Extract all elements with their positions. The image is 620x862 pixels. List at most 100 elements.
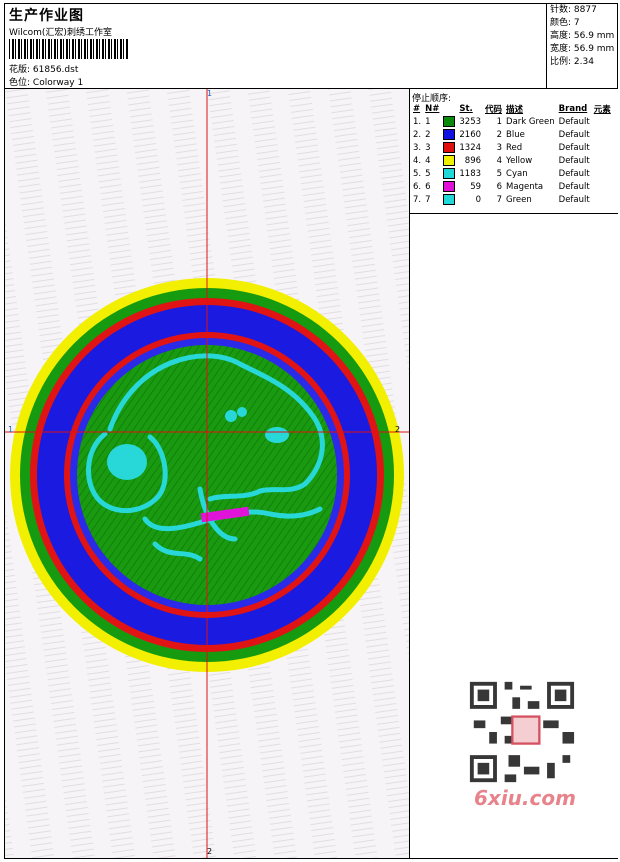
cell-desc: Green: [506, 194, 532, 205]
cell-n: 7: [425, 194, 431, 205]
page-title: 生产作业图: [9, 8, 84, 24]
cell-idx: 3.: [413, 142, 422, 153]
cell-element: [592, 115, 613, 128]
cell-brand: Default: [558, 116, 590, 127]
cell-st: 0: [475, 194, 482, 205]
design-label: 花版:: [9, 65, 31, 75]
stat-height: 高度: 56.9 mm: [550, 31, 615, 41]
cell-element: [592, 180, 613, 193]
cell-st: 1183: [459, 168, 482, 179]
cell-code: 3: [496, 142, 503, 153]
cell-desc: Red: [506, 142, 523, 153]
cell-st: 1324: [459, 142, 482, 153]
color-swatch: [443, 142, 456, 153]
barcode: [9, 39, 129, 59]
embroidery-preview: [5, 89, 409, 858]
stop-sequence-table: # N# St. 代码 描述 Brand 元素 1. 1 3253 1 Dark Gre…: [411, 103, 613, 206]
table-row: 3. 3 1324 3 Red Default: [411, 141, 613, 154]
design-stats: 针数: 8877 颜色: 7 高度: 56.9 mm 宽度: 56.9 mm 比…: [546, 4, 618, 88]
table-row: 1. 1 3253 1 Dark Green Default: [411, 115, 613, 128]
cell-brand: Default: [558, 142, 590, 153]
color-swatch: [443, 168, 456, 179]
cell-st: 2160: [459, 129, 482, 140]
col-desc: 描述: [506, 105, 524, 115]
sheet-header: 生产作业图 Wilcom(汇宏)刺绣工作室 花版: 61856.dst 色位: …: [5, 4, 617, 89]
col-brand: Brand: [558, 104, 588, 114]
table-row: 2. 2 2160 2 Blue Default: [411, 128, 613, 141]
stat-scale: 比例: 2.34: [550, 57, 594, 67]
color-swatch: [443, 116, 456, 127]
stat-width: 宽度: 56.9 mm: [550, 44, 615, 54]
company-name: Wilcom(汇宏)刺绣工作室: [9, 28, 112, 38]
col-index: #: [413, 104, 421, 114]
cell-element: [592, 154, 613, 167]
cell-brand: Default: [558, 168, 590, 179]
cell-code: 2: [496, 129, 503, 140]
colorway-label: 色位:: [9, 78, 31, 88]
eye-right: [237, 407, 247, 417]
cell-desc: Magenta: [506, 181, 544, 192]
table-row: 6. 6 59 6 Magenta Default: [411, 180, 613, 193]
cell-idx: 2.: [413, 129, 422, 140]
cell-swatch: [441, 180, 457, 193]
design-file: 61856.dst: [32, 65, 79, 75]
cell-brand: Default: [558, 155, 590, 166]
cell-n: 6: [425, 181, 431, 192]
cell-code: 1: [496, 116, 503, 127]
qr-seal: [511, 715, 541, 745]
color-swatch: [443, 194, 456, 205]
cell-desc: Blue: [506, 129, 525, 140]
cell-desc: Dark Green: [506, 116, 555, 127]
cell-n: 4: [425, 155, 431, 166]
table-row: 5. 5 1183 5 Cyan Default: [411, 167, 613, 180]
nose: [265, 427, 289, 443]
axis-right-label: 2: [395, 425, 401, 434]
cell-swatch: [441, 115, 457, 128]
stat-colors: 颜色: 7: [550, 18, 580, 28]
cell-n: 3: [425, 142, 431, 153]
qr-code: [466, 678, 578, 786]
stop-sequence-title: 停止顺序:: [412, 94, 452, 104]
table-row: 4. 4 896 4 Yellow Default: [411, 154, 613, 167]
stat-stitches: 针数: 8877: [550, 5, 597, 15]
col-number: N#: [425, 104, 440, 114]
cell-element: [592, 193, 613, 206]
color-swatch: [443, 129, 456, 140]
cell-idx: 6.: [413, 181, 422, 192]
cell-idx: 4.: [413, 155, 422, 166]
axis-top-label: 1: [207, 89, 213, 98]
cell-n: 5: [425, 168, 431, 179]
table-row: 7. 7 0 7 Green Default: [411, 193, 613, 206]
color-swatch: [443, 155, 456, 166]
cell-swatch: [441, 167, 457, 180]
axis-bottom-label: 2: [207, 847, 213, 856]
cell-code: 7: [496, 194, 503, 205]
design-info: 花版: 61856.dst: [9, 62, 78, 75]
cell-desc: Cyan: [506, 168, 528, 179]
cell-swatch: [441, 154, 457, 167]
cell-element: [592, 141, 613, 154]
cell-st: 896: [464, 155, 482, 166]
cell-desc: Yellow: [506, 155, 533, 166]
cell-st: 3253: [459, 116, 482, 127]
cell-swatch: [441, 128, 457, 141]
colorway-info: 色位: Colorway 1: [9, 75, 83, 88]
design-canvas: 1 2 1 2: [5, 89, 409, 858]
col-swatch: [441, 103, 457, 115]
cell-brand: Default: [558, 129, 590, 140]
col-code: 代码: [485, 105, 503, 115]
eye-left: [225, 410, 237, 422]
ear-fill: [107, 444, 147, 480]
cell-code: 5: [496, 168, 503, 179]
watermark: 6xiu.com: [474, 786, 576, 810]
cell-brand: Default: [558, 181, 590, 192]
cell-element: [592, 128, 613, 141]
col-element: 元素: [593, 105, 611, 115]
cell-swatch: [441, 141, 457, 154]
cell-idx: 5.: [413, 168, 422, 179]
axis-left-label: 1: [8, 425, 14, 434]
cell-element: [592, 167, 613, 180]
cell-idx: 7.: [413, 194, 422, 205]
cell-st: 59: [470, 181, 482, 192]
cell-brand: Default: [558, 194, 590, 205]
